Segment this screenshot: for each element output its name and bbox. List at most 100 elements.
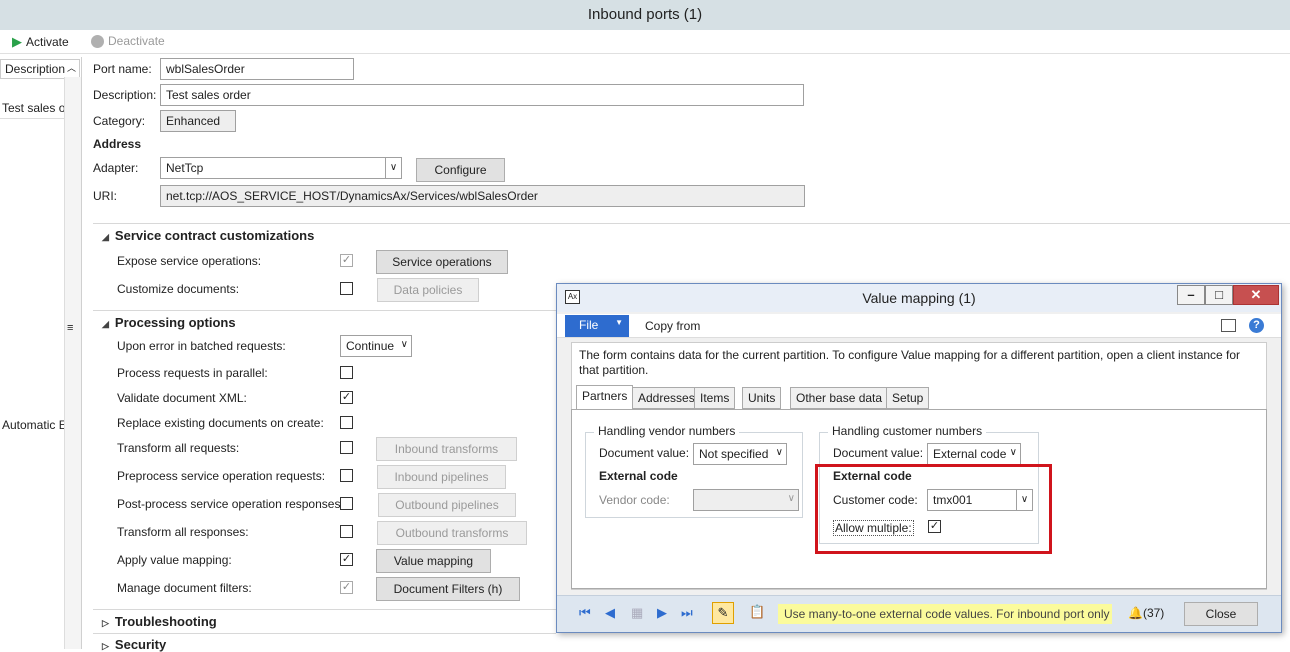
service-contract-section-header[interactable]: ◢ Service contract customizations bbox=[102, 228, 314, 243]
chevron-down-icon: ∨ bbox=[1009, 447, 1017, 458]
divider bbox=[93, 609, 556, 610]
document-filters-checkbox[interactable]: ✓ bbox=[340, 581, 353, 594]
vendor-code-field[interactable]: ∨ bbox=[693, 489, 799, 511]
previous-record-icon[interactable]: ◀ bbox=[605, 605, 615, 621]
grid-icon[interactable]: ▦ bbox=[631, 605, 643, 621]
replace-documents-checkbox[interactable] bbox=[340, 416, 353, 429]
grid-column-header[interactable]: Description ︿ bbox=[0, 59, 80, 79]
tab-partners[interactable]: Partners bbox=[576, 385, 634, 410]
splitter-grip-icon[interactable]: ≡ bbox=[67, 322, 73, 334]
inbound-pipelines-button[interactable]: Inbound pipelines bbox=[377, 465, 506, 489]
divider bbox=[93, 310, 556, 311]
grid-scrollbar[interactable] bbox=[64, 77, 81, 649]
postprocess-label: Post-process service operation responses… bbox=[117, 497, 344, 511]
edit-pencil-icon[interactable]: ✎ bbox=[712, 602, 734, 624]
tab-other-base-data[interactable]: Other base data bbox=[790, 387, 889, 409]
error-handling-select[interactable]: Continue ∨ bbox=[340, 335, 412, 357]
expose-operations-label: Expose service operations: bbox=[117, 254, 262, 268]
port-name-field[interactable]: wblSalesOrder bbox=[160, 58, 354, 80]
security-section-header[interactable]: ▷ Security bbox=[102, 637, 166, 652]
uri-field[interactable]: net.tcp://AOS_SERVICE_HOST/DynamicsAx/Se… bbox=[160, 185, 805, 207]
divider bbox=[93, 633, 556, 634]
chevron-down-icon[interactable]: ∨ bbox=[385, 158, 401, 178]
maximize-button[interactable]: □ bbox=[1205, 285, 1233, 305]
document-filters-button[interactable]: Document Filters (h) bbox=[376, 577, 520, 601]
tab-items[interactable]: Items bbox=[694, 387, 736, 409]
stop-icon bbox=[91, 34, 104, 48]
customize-documents-label: Customize documents: bbox=[117, 282, 240, 296]
customer-doc-value-select[interactable]: External code ∨ bbox=[927, 443, 1021, 465]
help-icon[interactable]: ? bbox=[1249, 318, 1264, 333]
grid-row[interactable]: Automatic E bbox=[0, 416, 64, 436]
uri-label: URI: bbox=[93, 189, 117, 203]
dialog-status-bar: ⏮ ◀ ▦ ▶ ⏭ ✎ 📋 Use many-to-one external c… bbox=[557, 595, 1281, 632]
attachment-icon[interactable]: 📋 bbox=[749, 604, 765, 620]
expand-triangle-icon: ▷ bbox=[102, 618, 109, 628]
sort-up-icon: ︿ bbox=[66, 63, 76, 73]
customize-documents-checkbox[interactable] bbox=[340, 282, 353, 295]
customer-external-code-heading: External code bbox=[833, 469, 912, 483]
troubleshooting-section-header[interactable]: ▷ Troubleshooting bbox=[102, 614, 217, 629]
vendor-doc-value-select[interactable]: Not specified ∨ bbox=[693, 443, 787, 465]
apply-value-mapping-label: Apply value mapping: bbox=[117, 553, 232, 567]
allow-multiple-label: Allow multiple: bbox=[833, 520, 914, 536]
tab-setup[interactable]: Setup bbox=[886, 387, 930, 409]
close-button[interactable]: Close bbox=[1184, 602, 1258, 626]
transform-responses-checkbox[interactable] bbox=[340, 525, 353, 538]
collapse-triangle-icon: ◢ bbox=[102, 232, 109, 242]
grid-row[interactable]: Test sales or bbox=[0, 99, 64, 119]
service-operations-button[interactable]: Service operations bbox=[376, 250, 508, 274]
configure-button[interactable]: Configure bbox=[416, 158, 505, 182]
file-menu[interactable]: File ▼ bbox=[565, 315, 629, 337]
document-filters-label: Manage document filters: bbox=[117, 581, 252, 595]
activate-button[interactable]: ▶ Activate bbox=[12, 34, 69, 50]
copy-from-button[interactable]: Copy from bbox=[645, 319, 700, 333]
apply-value-mapping-checkbox[interactable]: ✓ bbox=[340, 553, 353, 566]
customer-code-field[interactable]: tmx001 ∨ bbox=[927, 489, 1033, 511]
next-record-icon[interactable]: ▶ bbox=[657, 605, 667, 621]
category-field[interactable]: Enhanced bbox=[160, 110, 236, 132]
chevron-down-icon: ∨ bbox=[787, 493, 795, 504]
validate-xml-checkbox[interactable]: ✓ bbox=[340, 391, 353, 404]
allow-multiple-checkbox[interactable]: ✓ bbox=[928, 520, 941, 533]
description-field[interactable]: Test sales order bbox=[160, 84, 804, 106]
vendor-external-code-heading: External code bbox=[599, 469, 678, 483]
vendor-code-label: Vendor code: bbox=[599, 493, 670, 507]
port-name-label: Port name: bbox=[93, 62, 152, 76]
layout-icon[interactable] bbox=[1221, 319, 1236, 332]
address-heading: Address bbox=[93, 137, 142, 151]
transform-requests-checkbox[interactable] bbox=[340, 441, 353, 454]
data-policies-button[interactable]: Data policies bbox=[377, 278, 479, 302]
inbound-transforms-button[interactable]: Inbound transforms bbox=[376, 437, 517, 461]
outbound-transforms-button[interactable]: Outbound transforms bbox=[377, 521, 527, 545]
expose-operations-checkbox[interactable]: ✓ bbox=[340, 254, 353, 267]
deactivate-button[interactable]: Deactivate bbox=[91, 34, 165, 48]
tab-units[interactable]: Units bbox=[742, 387, 782, 409]
chevron-down-icon[interactable]: ∨ bbox=[1016, 490, 1032, 510]
expand-triangle-icon: ▷ bbox=[102, 641, 109, 651]
parallel-checkbox[interactable] bbox=[340, 366, 353, 379]
replace-documents-label: Replace existing documents on create: bbox=[117, 416, 324, 430]
minimize-button[interactable]: – bbox=[1177, 285, 1205, 305]
chevron-down-icon: ∨ bbox=[775, 447, 783, 458]
validate-xml-label: Validate document XML: bbox=[117, 391, 247, 405]
postprocess-checkbox[interactable] bbox=[340, 497, 353, 510]
outbound-pipelines-button[interactable]: Outbound pipelines bbox=[378, 493, 516, 517]
collapse-triangle-icon: ◢ bbox=[102, 319, 109, 329]
last-record-icon[interactable]: ⏭ bbox=[681, 605, 693, 621]
processing-options-section-header[interactable]: ◢ Processing options bbox=[102, 315, 236, 330]
close-window-button[interactable]: ✕ bbox=[1233, 285, 1279, 305]
window-title: Inbound ports (1) bbox=[0, 0, 1290, 30]
dialog-action-pane: File ▼ Copy from ? bbox=[557, 314, 1281, 338]
adapter-select[interactable]: NetTcp ∨ bbox=[160, 157, 402, 179]
vendor-group-title: Handling vendor numbers bbox=[594, 424, 740, 438]
play-icon: ▶ bbox=[12, 34, 22, 49]
tab-addresses[interactable]: Addresses bbox=[632, 387, 701, 409]
value-mapping-button[interactable]: Value mapping bbox=[376, 549, 491, 573]
vendor-doc-value-label: Document value: bbox=[599, 446, 690, 460]
customer-group-title: Handling customer numbers bbox=[828, 424, 987, 438]
notifications[interactable]: 🔔(37) bbox=[1128, 606, 1164, 620]
preprocess-checkbox[interactable] bbox=[340, 469, 353, 482]
first-record-icon[interactable]: ⏮ bbox=[579, 605, 591, 621]
preprocess-label: Preprocess service operation requests: bbox=[117, 469, 326, 483]
